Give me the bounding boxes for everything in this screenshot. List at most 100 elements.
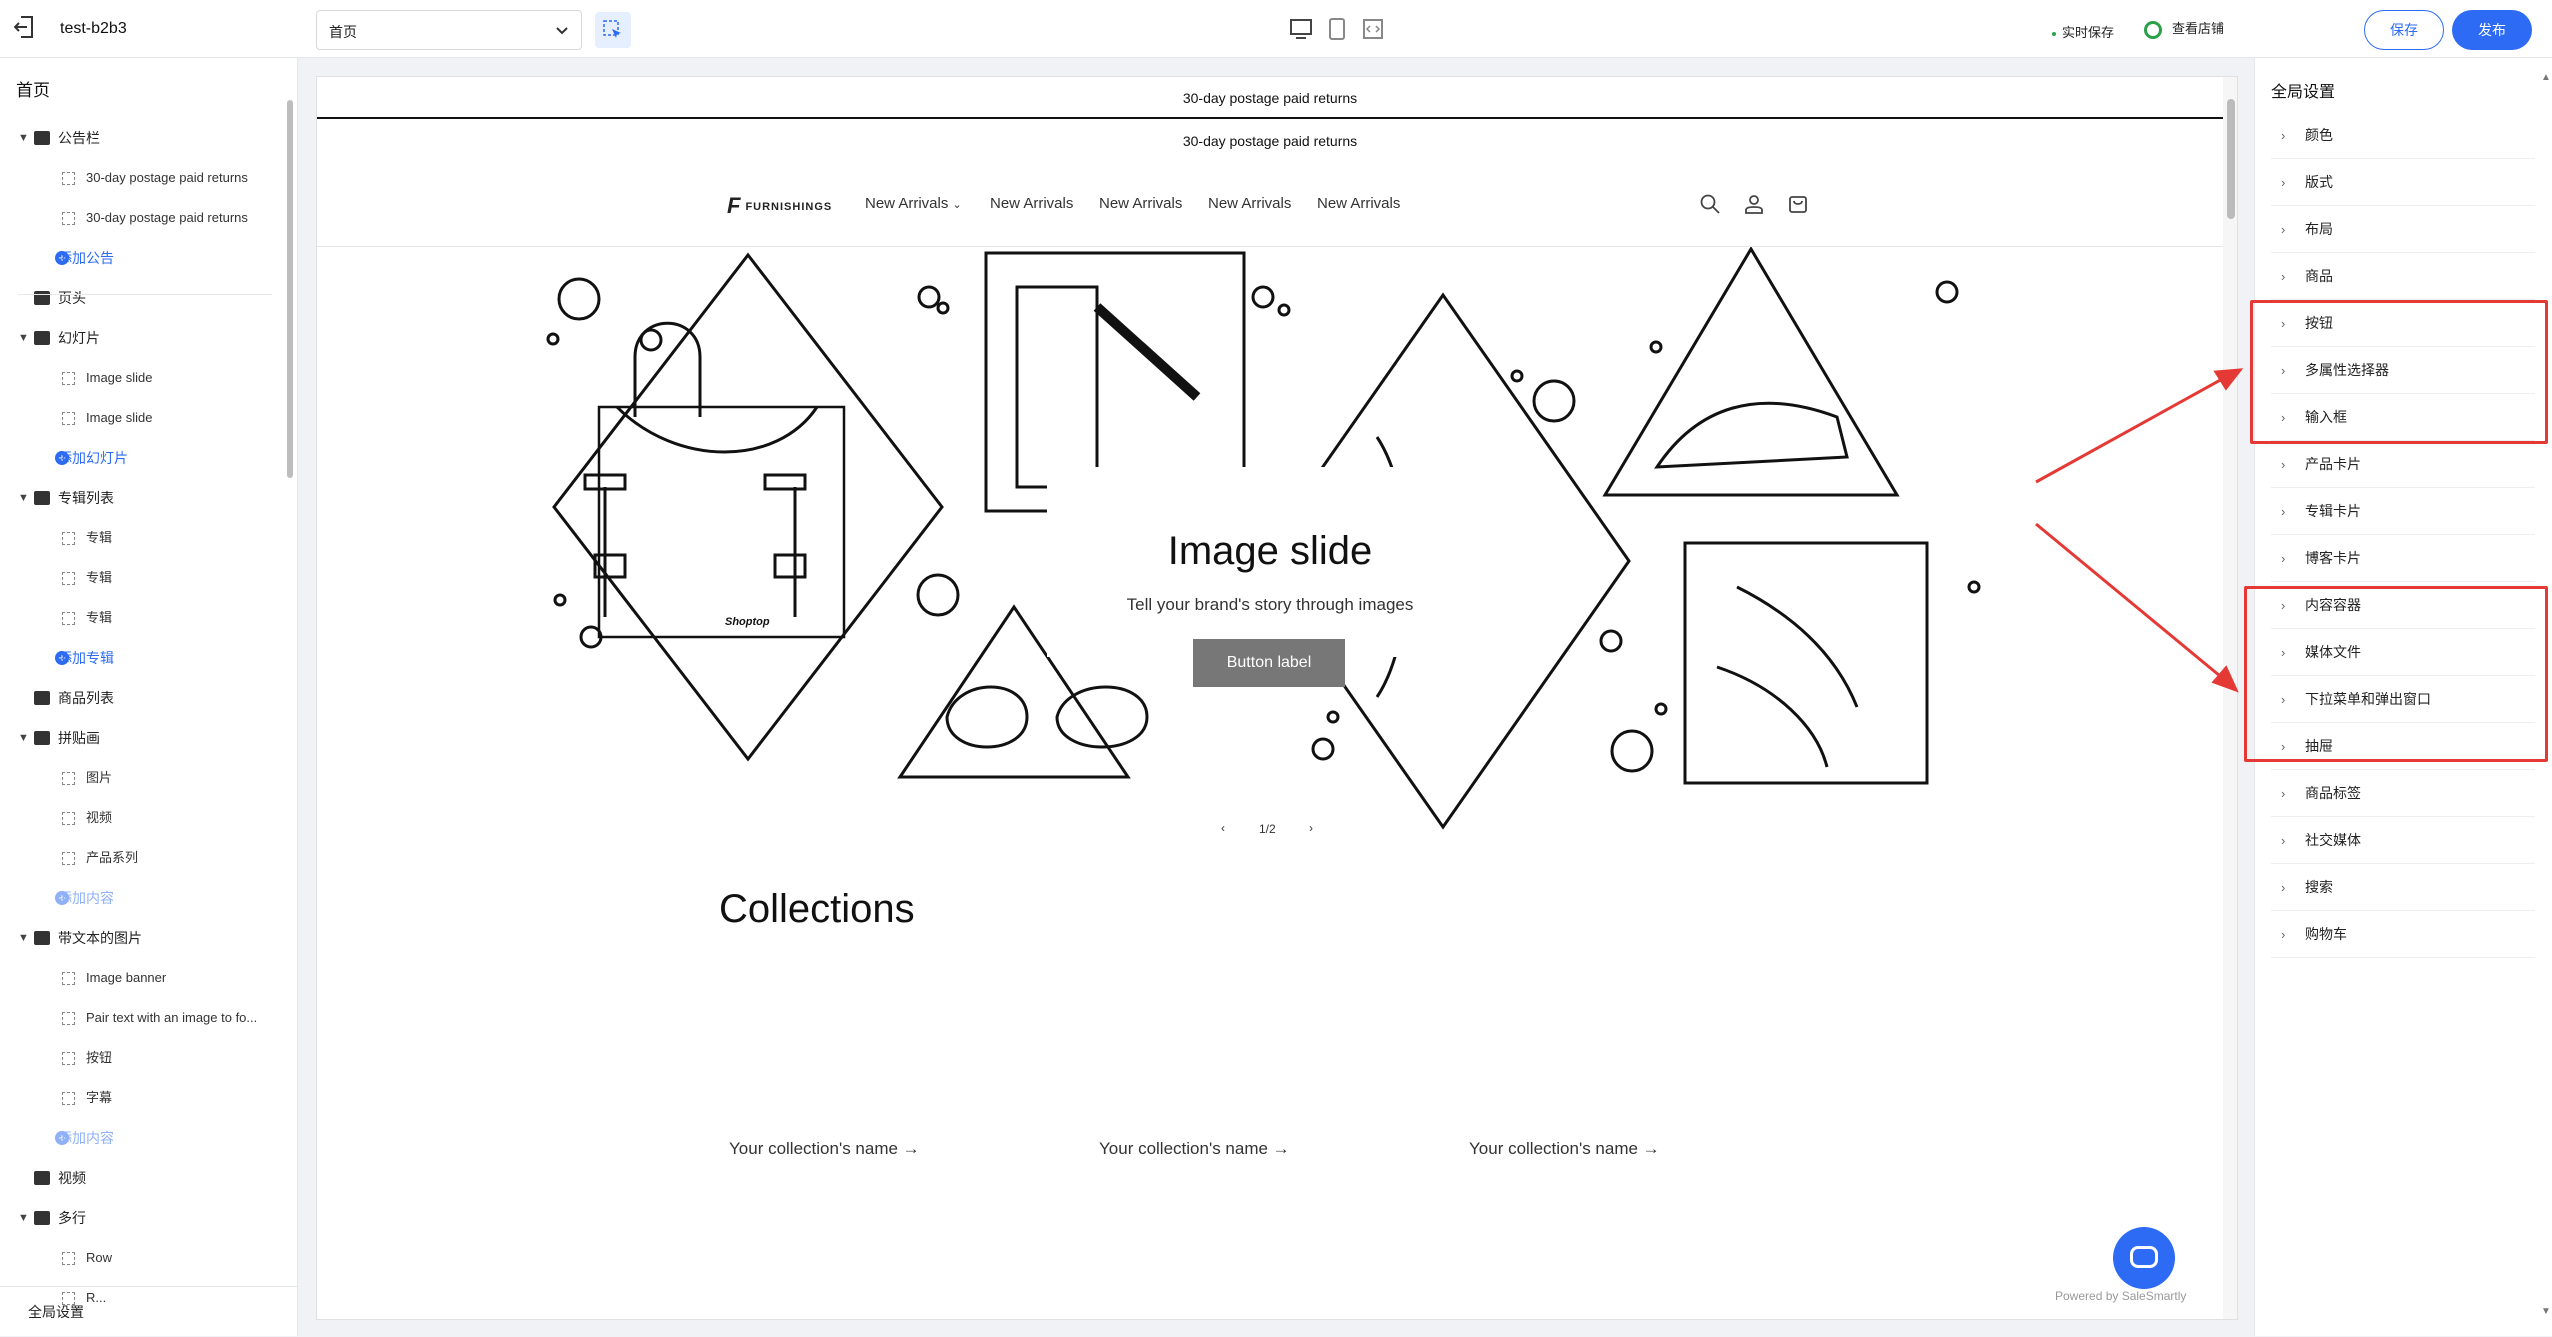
sidebar-block[interactable]: Image banner	[0, 958, 286, 998]
block-icon	[62, 412, 75, 425]
multirow-icon	[34, 1211, 50, 1225]
sidebar-item-label: 商品列表	[58, 690, 114, 706]
chat-icon	[2130, 1246, 2158, 1268]
announcement-bar[interactable]: 30-day postage paid returns	[317, 77, 2223, 119]
sidebar-section[interactable]: ▼ 公告栏	[0, 118, 286, 158]
sidebar-section[interactable]: 视频	[0, 1158, 286, 1198]
nav-link[interactable]: New Arrivals	[1208, 195, 1291, 212]
sidebar-item-label: 专辑	[86, 530, 113, 545]
sidebar-section[interactable]: ▼ 多行	[0, 1198, 286, 1238]
sidebar-block[interactable]: 按钮	[0, 1038, 286, 1078]
collection-link[interactable]: Your collection's name →	[1469, 1139, 1660, 1159]
sidebar-title: 首页	[16, 81, 50, 100]
announcement-bar[interactable]: 30-day postage paid returns	[317, 120, 2223, 162]
store-header: F FURNISHINGS New Arrivals ⌄ New Arrivals…	[317, 163, 2223, 247]
scroll-up-icon[interactable]: ▲	[2541, 72, 2551, 83]
collection-link[interactable]: Your collection's name →	[729, 1139, 920, 1159]
caret-down-icon[interactable]: ▼	[18, 118, 29, 158]
publish-button[interactable]: 发布	[2452, 10, 2532, 50]
sidebar-section[interactable]: 商品列表	[0, 678, 286, 718]
sidebar-block[interactable]: Image slide	[0, 398, 286, 438]
sidebar-block[interactable]: 视频	[0, 798, 286, 838]
product-list-icon	[34, 691, 50, 705]
add-block-button[interactable]: + 添加幻灯片	[0, 438, 286, 478]
cart-icon[interactable]	[1787, 193, 1809, 215]
slide-button[interactable]: Button label	[1193, 639, 1345, 687]
tablet-view-icon[interactable]	[1322, 14, 1352, 44]
sidebar-block[interactable]: Pair text with an image to fo...	[0, 998, 286, 1038]
settings-item-label: 专辑卡片	[2305, 503, 2361, 519]
scroll-down-icon[interactable]: ▼	[2541, 1306, 2551, 1317]
sidebar-block[interactable]: Row	[0, 1238, 286, 1278]
preview-scrollbar[interactable]	[2223, 77, 2237, 1319]
add-block-button[interactable]: + 添加公告	[0, 238, 286, 278]
sidebar-section[interactable]: 页头	[0, 278, 286, 318]
nav-link[interactable]: New Arrivals	[990, 195, 1073, 212]
sidebar-block[interactable]: 专辑	[0, 518, 286, 558]
settings-item[interactable]: › 社交媒体	[2271, 817, 2535, 864]
chat-widget-button[interactable]	[2113, 1227, 2175, 1289]
code-view-icon[interactable]	[1358, 14, 1388, 44]
chevron-right-icon: ›	[2281, 504, 2286, 519]
sidebar-item-label: 添加内容	[58, 1130, 114, 1146]
settings-item[interactable]: › 产品卡片	[2271, 441, 2535, 488]
collage-icon	[34, 731, 50, 745]
settings-item[interactable]: › 布局	[2271, 206, 2535, 253]
nav-link[interactable]: New Arrivals	[1099, 195, 1182, 212]
sidebar-section[interactable]: ▼ 幻灯片	[0, 318, 286, 358]
settings-item[interactable]: › 专辑卡片	[2271, 488, 2535, 535]
settings-item[interactable]: › 博客卡片	[2271, 535, 2535, 582]
sidebar-section[interactable]: ▼ 拼贴画	[0, 718, 286, 758]
caret-down-icon[interactable]: ▼	[18, 318, 29, 358]
sidebar-scrollbar[interactable]	[286, 78, 294, 1278]
block-icon	[62, 1092, 75, 1105]
sidebar-block[interactable]: 30-day postage paid returns	[0, 198, 286, 238]
settings-item[interactable]: › 商品标签	[2271, 770, 2535, 817]
account-icon[interactable]	[1743, 193, 1765, 215]
collection-link[interactable]: Your collection's name →	[1099, 1139, 1290, 1159]
caret-down-icon[interactable]: ▼	[18, 718, 29, 758]
collection-list-icon	[34, 491, 50, 505]
sidebar-block[interactable]: 产品系列	[0, 838, 286, 878]
sidebar-item-label: 添加公告	[58, 250, 114, 266]
caret-down-icon[interactable]: ▼	[18, 918, 29, 958]
store-icon	[2144, 20, 2162, 39]
add-block-button[interactable]: + 添加专辑	[0, 638, 286, 678]
block-icon	[62, 172, 75, 185]
page-select[interactable]: 首页	[316, 10, 582, 50]
exit-icon[interactable]	[14, 16, 34, 38]
slide-title: Image slide	[1167, 529, 1373, 573]
global-settings-link[interactable]: 全局设置	[0, 1286, 298, 1336]
settings-item[interactable]: › 搜索	[2271, 864, 2535, 911]
sidebar-section[interactable]: ▼ 带文本的图片	[0, 918, 286, 958]
desktop-view-icon[interactable]	[1286, 14, 1316, 44]
search-icon[interactable]	[1699, 193, 1721, 215]
view-store-link[interactable]: 查看店铺	[2144, 18, 2224, 39]
settings-item[interactable]: › 版式	[2271, 159, 2535, 206]
slide-prev-icon[interactable]: ‹	[1221, 821, 1225, 835]
settings-item[interactable]: › 商品	[2271, 253, 2535, 300]
sidebar-block[interactable]: 字幕	[0, 1078, 286, 1118]
top-bar: test-b2b3 首页 实时保存 查看店铺 保存 发布	[0, 0, 2552, 58]
sidebar-block[interactable]: 图片	[0, 758, 286, 798]
sidebar-block[interactable]: 专辑	[0, 598, 286, 638]
caret-down-icon[interactable]: ▼	[18, 1198, 29, 1238]
sidebar-section[interactable]: ▼ 专辑列表	[0, 478, 286, 518]
block-icon	[62, 612, 75, 625]
nav-link[interactable]: New Arrivals	[1317, 195, 1400, 212]
settings-item[interactable]: › 购物车	[2271, 911, 2535, 958]
add-block-button[interactable]: + 添加内容	[0, 1118, 286, 1158]
sidebar-item-label: 添加专辑	[58, 650, 114, 666]
store-logo[interactable]: F FURNISHINGS	[727, 193, 832, 219]
add-block-button[interactable]: + 添加内容	[0, 878, 286, 918]
element-picker-button[interactable]	[595, 12, 631, 48]
sidebar-block[interactable]: Image slide	[0, 358, 286, 398]
save-button[interactable]: 保存	[2364, 10, 2444, 50]
settings-item[interactable]: › 颜色	[2271, 112, 2535, 159]
sidebar-block[interactable]: 30-day postage paid returns	[0, 158, 286, 198]
slide-next-icon[interactable]: ›	[1309, 821, 1313, 835]
caret-down-icon[interactable]: ▼	[18, 478, 29, 518]
chevron-right-icon: ›	[2281, 927, 2286, 942]
sidebar-block[interactable]: 专辑	[0, 558, 286, 598]
nav-link[interactable]: New Arrivals ⌄	[865, 195, 962, 212]
